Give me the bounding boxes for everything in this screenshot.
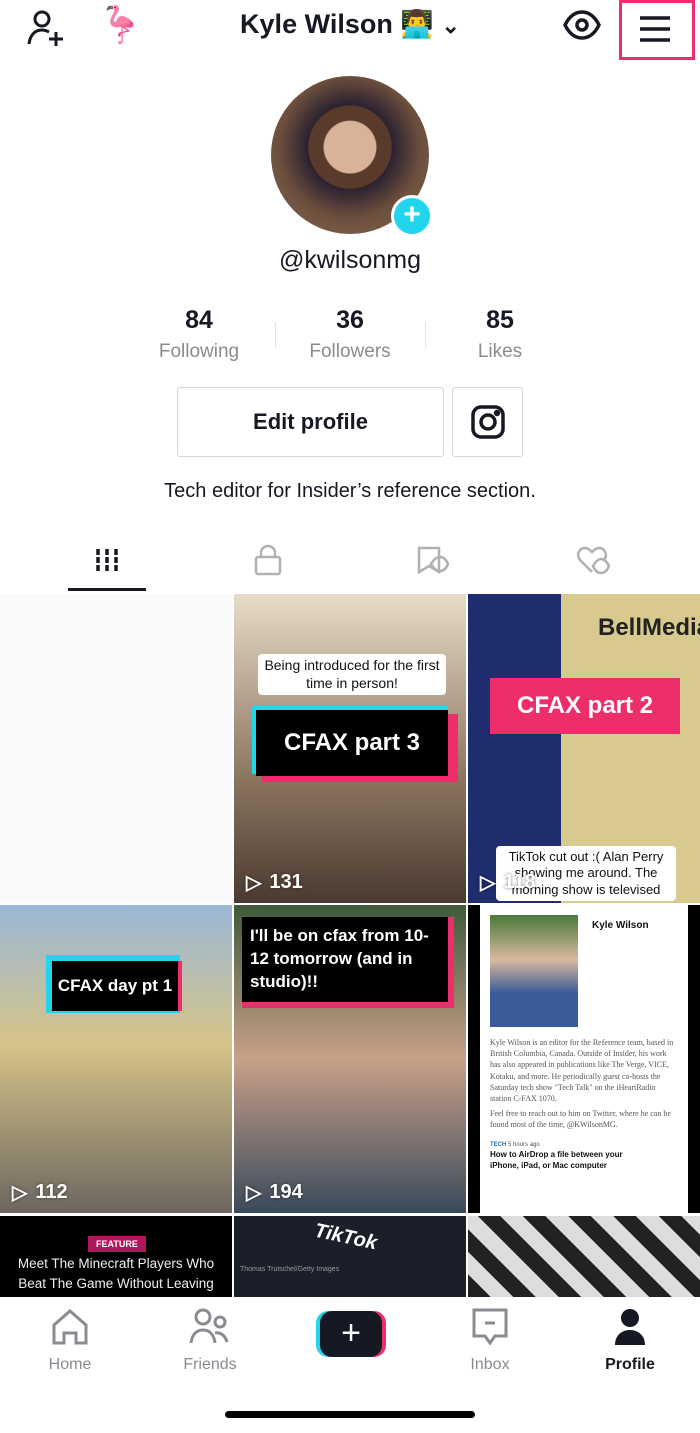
video-title: CFAX part 3 bbox=[256, 710, 448, 776]
play-icon: ▷ bbox=[246, 872, 262, 894]
stat-likes[interactable]: 85 Likes bbox=[425, 306, 575, 363]
play-count: ▷ 131 bbox=[246, 871, 303, 894]
hidden-heart-icon bbox=[576, 546, 610, 575]
instagram-icon bbox=[470, 405, 505, 439]
create-button[interactable]: + bbox=[316, 1311, 386, 1357]
tab-reposts[interactable] bbox=[392, 540, 472, 580]
home-indicator bbox=[225, 1411, 475, 1418]
grid-icon bbox=[96, 549, 118, 571]
eye-icon[interactable] bbox=[563, 8, 601, 47]
friends-icon bbox=[189, 1308, 229, 1344]
profile-icon bbox=[615, 1309, 645, 1345]
video-title: CFAX day pt 1 bbox=[52, 961, 182, 1011]
video-title: CFAX part 2 bbox=[490, 678, 680, 734]
play-icon: ▷ bbox=[12, 1182, 28, 1204]
add-avatar-plus-icon[interactable]: + bbox=[391, 195, 433, 237]
nav-profile[interactable]: Profile bbox=[560, 1307, 700, 1374]
nav-home[interactable]: Home bbox=[0, 1307, 140, 1374]
play-icon: ▷ bbox=[480, 872, 496, 894]
lock-icon bbox=[254, 544, 282, 576]
hidden-bookmark-icon bbox=[417, 546, 449, 575]
edit-profile-button[interactable]: Edit profile bbox=[177, 387, 444, 457]
video-thumbnail[interactable] bbox=[468, 1216, 700, 1297]
video-thumbnail[interactable] bbox=[0, 594, 232, 903]
active-tab-indicator bbox=[68, 588, 146, 591]
video-title: I'll be on cfax from 10-12 tomorrow (and… bbox=[242, 917, 454, 1008]
video-thumbnail[interactable]: BellMedia CFAX part 2 TikTok cut out :( … bbox=[468, 594, 700, 903]
stat-followers[interactable]: 36 Followers bbox=[275, 306, 425, 363]
play-count: ▷ 194 bbox=[246, 1181, 303, 1204]
tab-liked[interactable] bbox=[553, 540, 633, 580]
bottom-nav: Home Friends + Inbox Profile bbox=[0, 1297, 700, 1433]
inbox-icon bbox=[472, 1308, 508, 1346]
bio: Tech editor for Insider’s reference sect… bbox=[164, 480, 536, 502]
laptop-emoji: 👨‍💻 bbox=[400, 9, 434, 39]
instagram-button[interactable] bbox=[452, 387, 523, 457]
video-thumbnail[interactable]: Kyle Wilson Kyle Wilson is an editor for… bbox=[468, 905, 700, 1213]
home-icon bbox=[52, 1309, 88, 1345]
video-thumbnail[interactable]: TikTok Thomas Trutschel/Getty Images bbox=[234, 1216, 466, 1297]
video-thumbnail[interactable]: CFAX day pt 1 ▷ 112 bbox=[0, 905, 232, 1213]
play-count: ▷ 118 bbox=[480, 871, 536, 894]
video-thumbnail[interactable]: FEATURE Meet The Minecraft Players Who B… bbox=[0, 1216, 232, 1297]
account-name: Kyle Wilson bbox=[240, 9, 393, 39]
video-thumbnail[interactable]: I'll be on cfax from 10-12 tomorrow (and… bbox=[234, 905, 466, 1213]
video-thumbnail[interactable]: Being introduced for the first time in p… bbox=[234, 594, 466, 903]
play-icon: ▷ bbox=[246, 1182, 262, 1204]
tab-private[interactable] bbox=[228, 540, 308, 580]
username: @kwilsonmg bbox=[278, 246, 422, 274]
nav-inbox[interactable]: Inbox bbox=[420, 1307, 560, 1374]
nav-friends[interactable]: Friends bbox=[140, 1307, 280, 1374]
play-count: ▷ 112 bbox=[12, 1181, 68, 1204]
plus-icon: + bbox=[320, 1311, 382, 1357]
stat-following[interactable]: 84 Following bbox=[124, 306, 274, 363]
chevron-down-icon: ⌄ bbox=[441, 13, 460, 38]
hamburger-icon bbox=[640, 16, 670, 42]
tab-videos[interactable] bbox=[67, 540, 147, 580]
menu-button[interactable] bbox=[619, 0, 695, 60]
